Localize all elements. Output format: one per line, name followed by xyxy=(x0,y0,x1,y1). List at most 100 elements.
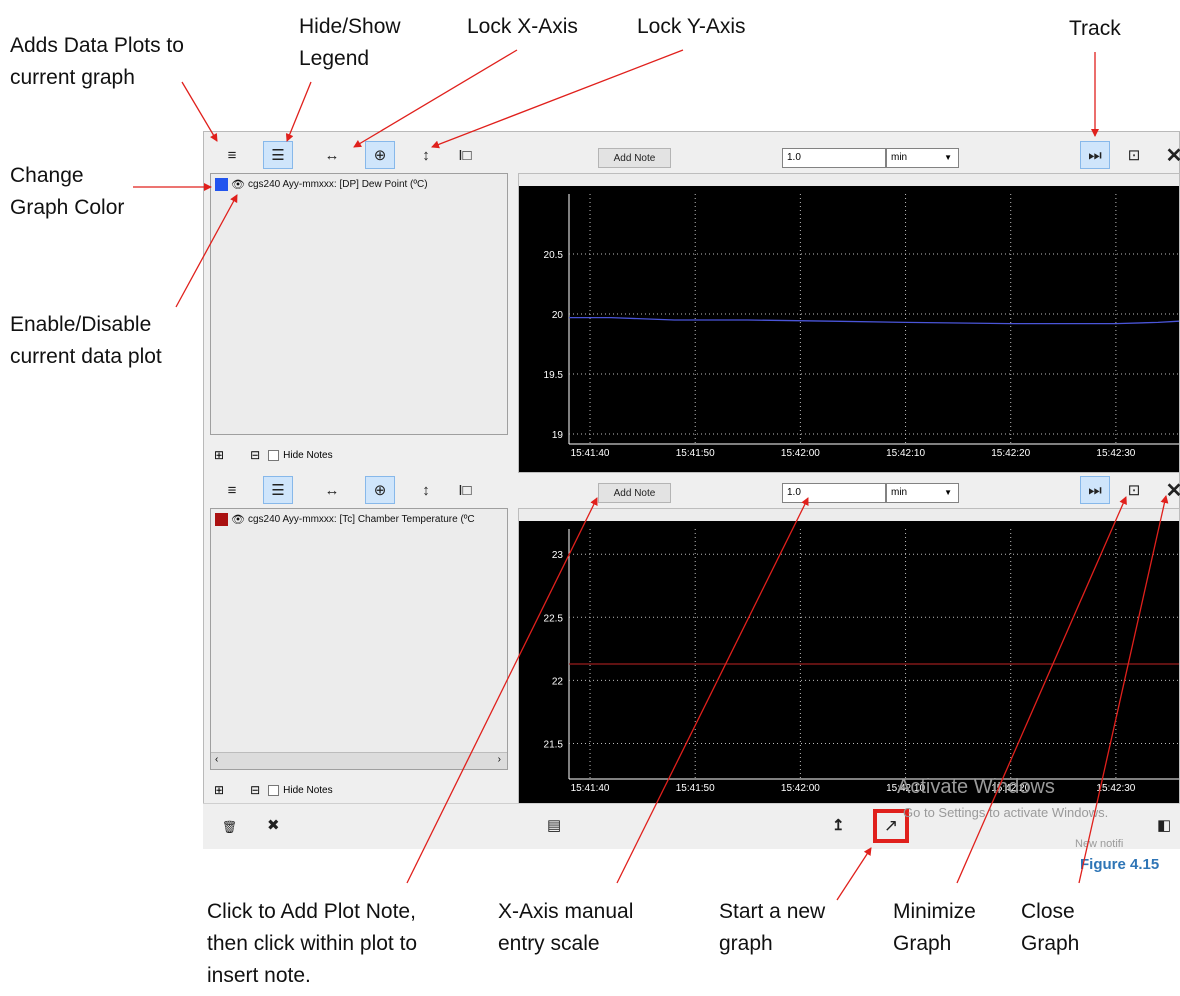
hide-notes-checkbox[interactable] xyxy=(268,784,280,796)
graph-toolbar: ≡ ☰ ↔ ⊕ ↕ I□ Add Note 1.0 min ▼ ⏭ ⊡ ✕ xyxy=(203,135,1180,173)
annotation-x-axis-scale: X-Axis manual entry scale xyxy=(498,900,634,955)
plot-area[interactable]: 19 19.5 20 20.5 15:41:40 15:41:50 15:42:00 15:4… xyxy=(519,186,1180,472)
x-axis-scale-input[interactable]: 1.0 xyxy=(782,483,886,503)
plot-frame: 19 19.5 20 20.5 15:41:40 15:41:50 15:42:00 15:4… xyxy=(518,173,1180,473)
annotation-minimize-graph: Minimize Graph xyxy=(893,900,976,955)
list-icon[interactable]: ☰ xyxy=(263,141,293,169)
fast-forward-icon[interactable]: ⏭ xyxy=(1080,141,1110,169)
scroll-right-icon[interactable]: › xyxy=(498,754,501,765)
hide-notes-label: Hide Notes xyxy=(283,449,333,461)
scroll-left-icon[interactable]: ‹ xyxy=(215,754,218,765)
annotation-start-new-graph: Start a new graph xyxy=(719,900,826,955)
fast-forward-icon[interactable]: ⏭ xyxy=(1080,476,1110,504)
graph-panel-1: ≡ ☰ ↔ ⊕ ↕ I□ Add Note 1.0 min ▼ ⏭ ⊡ ✕ 👁 c… xyxy=(203,135,1180,473)
collapse-all-icon[interactable]: ⊟ xyxy=(250,783,260,797)
trash-icon[interactable]: 🗑 xyxy=(222,820,237,834)
panel-toggle-icon[interactable]: ◧ xyxy=(1157,816,1171,834)
plot-frame: 21.5 22 22.5 23 15:41:40 15:41:50 15:42:00 15:4… xyxy=(518,508,1180,808)
legend-panel: 👁 cgs240 Ayy-mmxxx: [DP] Dew Point (ºC) xyxy=(210,173,508,435)
text-cursor-icon[interactable]: I□ xyxy=(450,476,480,504)
collapse-icon[interactable]: ⊡ xyxy=(1119,141,1149,169)
chevron-down-icon: ▼ xyxy=(944,488,952,497)
x-axis-scale-input[interactable]: 1.0 xyxy=(782,148,886,168)
legend-footer: ⊞ ⊟ Hide Notes xyxy=(210,445,333,465)
vertical-arrows-icon[interactable]: ↕ xyxy=(411,476,441,504)
y-tick-label: 20 xyxy=(552,310,564,321)
y-tick-label: 21.5 xyxy=(544,739,564,750)
x-tick-label: 15:42:20 xyxy=(991,448,1030,459)
upload-icon[interactable]: ↥ xyxy=(832,816,845,834)
close-icon[interactable]: ✕ xyxy=(1159,476,1180,504)
chart-svg[interactable]: 21.5 22 22.5 23 15:41:40 15:41:50 15:42:00 15:4… xyxy=(519,521,1179,807)
hide-notes-checkbox[interactable] xyxy=(268,449,280,461)
annotation-add-plot-note: Click to Add Plot Note, then click withi… xyxy=(207,900,418,987)
vertical-arrows-icon[interactable]: ↕ xyxy=(411,141,441,169)
annotation-enable-disable: Enable/Disable current data plot xyxy=(10,313,162,368)
collapse-all-icon[interactable]: ⊟ xyxy=(250,448,260,462)
y-tick-label: 19.5 xyxy=(544,370,564,381)
legend-label: cgs240 Ayy-mmxxx: [DP] Dew Point (ºC) xyxy=(247,179,428,190)
crosshair-icon[interactable]: ⊕ xyxy=(365,141,395,169)
expand-icon[interactable]: ⊞ xyxy=(214,448,224,462)
crosshair-icon[interactable]: ⊕ xyxy=(365,476,395,504)
text-cursor-icon[interactable]: I□ xyxy=(450,141,480,169)
x-tick-label: 15:42:00 xyxy=(781,783,820,794)
add-note-button[interactable]: Add Note xyxy=(598,148,671,168)
horizontal-arrows-icon[interactable]: ↔ xyxy=(317,476,347,504)
x-tick-label: 15:42:30 xyxy=(1096,783,1135,794)
horizontal-arrows-icon[interactable]: ↔ xyxy=(317,141,347,169)
graph-toolbar: ≡ ☰ ↔ ⊕ ↕ I□ Add Note 1.0 min ▼ ⏭ ⊡ ✕ xyxy=(203,470,1180,508)
x-tick-label: 15:41:40 xyxy=(571,783,610,794)
x-tick-label: 15:41:50 xyxy=(676,448,715,459)
annotation-close-graph: Close Graph xyxy=(1021,900,1080,955)
x-axis-unit-select[interactable]: min ▼ xyxy=(886,483,959,503)
import-icon[interactable]: ▤ xyxy=(547,816,561,834)
eye-icon[interactable]: 👁 xyxy=(231,513,245,526)
x-tick-label: 15:41:50 xyxy=(676,783,715,794)
y-tick-label: 22.5 xyxy=(544,613,564,624)
add-note-button[interactable]: Add Note xyxy=(598,483,671,503)
disconnect-icon[interactable]: ✖ xyxy=(267,816,280,834)
graph-panel-2: ≡ ☰ ↔ ⊕ ↕ I□ Add Note 1.0 min ▼ ⏭ ⊡ ✕ 👁 c… xyxy=(203,470,1180,808)
x-tick-label: 15:42:30 xyxy=(1096,448,1135,459)
y-tick-label: 23 xyxy=(552,550,564,561)
expand-icon[interactable]: ⊞ xyxy=(214,783,224,797)
watermark-title: Activate Windows xyxy=(897,776,1055,798)
plot-area[interactable]: 21.5 22 22.5 23 15:41:40 15:41:50 15:42:00 15:4… xyxy=(519,521,1179,807)
figure-label: Figure 4.15 xyxy=(1080,856,1160,873)
list-check-icon[interactable]: ≡ xyxy=(217,476,247,504)
annotation-track: Track xyxy=(1069,17,1121,40)
legend-footer: ⊞ ⊟ Hide Notes xyxy=(210,780,333,800)
annotation-lock-x-axis: Lock X-Axis xyxy=(467,15,578,38)
list-icon[interactable]: ☰ xyxy=(263,476,293,504)
legend-label: cgs240 Ayy-mmxxx: [Tc] Chamber Temperatu… xyxy=(247,514,475,525)
x-tick-label: 15:42:00 xyxy=(781,448,820,459)
y-tick-label: 22 xyxy=(552,676,564,687)
graph-color-swatch[interactable] xyxy=(215,178,228,191)
annotation-change-graph-color: Change Graph Color xyxy=(10,164,125,219)
legend-panel: 👁 cgs240 Ayy-mmxxx: [Tc] Chamber Tempera… xyxy=(210,508,508,770)
y-tick-label: 19 xyxy=(552,430,564,441)
x-axis-unit-select[interactable]: min ▼ xyxy=(886,148,959,168)
close-icon[interactable]: ✕ xyxy=(1159,141,1180,169)
hide-notes-label: Hide Notes xyxy=(283,784,333,796)
unit-select-value: min xyxy=(891,487,908,498)
list-check-icon[interactable]: ≡ xyxy=(217,141,247,169)
y-tick-label: 20.5 xyxy=(544,250,564,261)
annotation-lock-y-axis: Lock Y-Axis xyxy=(637,15,746,38)
graph-color-swatch[interactable] xyxy=(215,513,228,526)
legend-horizontal-scrollbar[interactable]: ‹ › xyxy=(211,752,507,769)
chevron-down-icon: ▼ xyxy=(944,153,952,162)
eye-icon[interactable]: 👁 xyxy=(231,178,245,191)
legend-item: 👁 cgs240 Ayy-mmxxx: [DP] Dew Point (ºC) xyxy=(215,178,428,191)
series-line xyxy=(569,316,1180,325)
annotation-adds-data-plots: Adds Data Plots to current graph xyxy=(10,34,184,89)
x-tick-label: 15:42:10 xyxy=(886,448,925,459)
legend-item: 👁 cgs240 Ayy-mmxxx: [Tc] Chamber Tempera… xyxy=(215,513,475,526)
collapse-icon[interactable]: ⊡ xyxy=(1119,476,1149,504)
watermark-subtitle: Go to Settings to activate Windows. xyxy=(903,805,1109,820)
annotation-hide-show-legend: Hide/Show Legend xyxy=(299,15,401,70)
x-tick-label: 15:41:40 xyxy=(571,448,610,459)
unit-select-value: min xyxy=(891,152,908,163)
chart-svg[interactable]: 19 19.5 20 20.5 15:41:40 15:41:50 15:42:00 15:4… xyxy=(519,186,1180,472)
